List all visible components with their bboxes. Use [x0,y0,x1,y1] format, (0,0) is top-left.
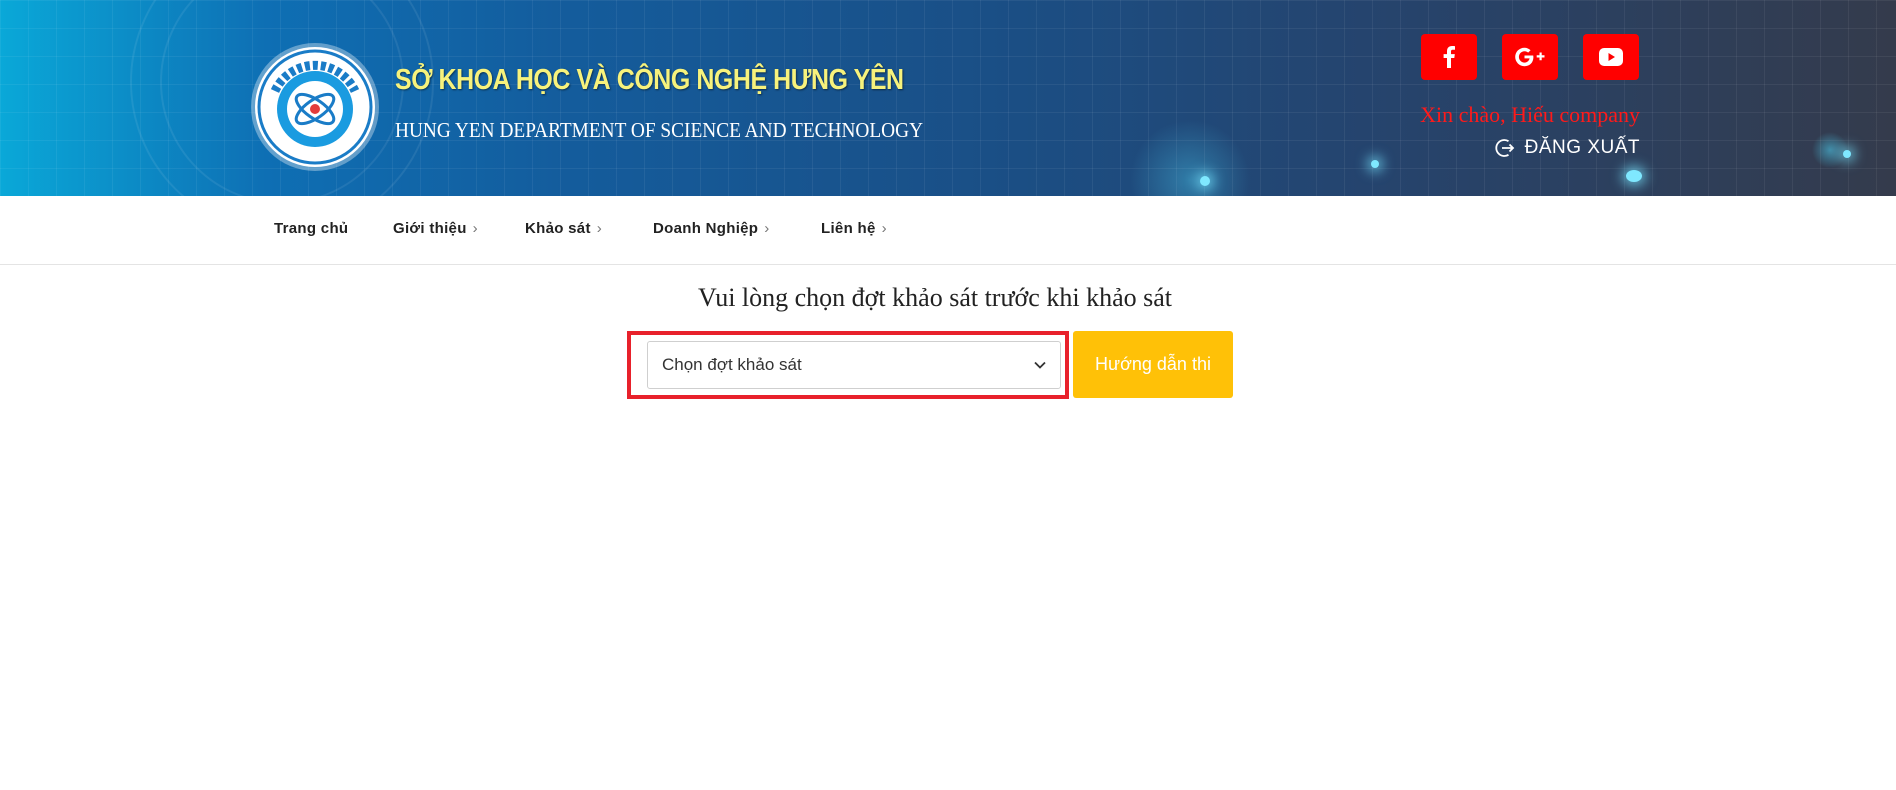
survey-prompt: Vui lòng chọn đợt khảo sát trước khi khả… [697,283,1172,312]
nav-item-survey[interactable]: Khảo sát › [525,220,602,237]
nav-item-label: Giới thiệu [393,220,467,237]
nav-item-label: Khảo sát [525,220,591,237]
banner-light-dot [1626,170,1642,182]
youtube-button[interactable] [1583,34,1639,80]
nav-item-home[interactable]: Trang chủ [274,220,348,237]
logout-icon [1495,139,1514,157]
nav-item-contact[interactable]: Liên hệ › [821,220,887,237]
nav-item-label: Trang chủ [274,220,349,237]
chevron-right-icon: › [596,220,603,237]
chevron-down-icon [1034,361,1046,369]
nav-item-about[interactable]: Giới thiệu › [393,220,478,237]
facebook-icon [1443,46,1455,68]
exam-guide-button[interactable]: Hướng dẫn thi [1073,331,1233,398]
survey-select-value: Chọn đợt khảo sát [662,355,802,374]
google-plus-button[interactable] [1502,34,1558,80]
banner-light-dot [1200,176,1210,186]
gear-atom-logo-icon [257,49,373,165]
chevron-right-icon: › [472,220,478,237]
survey-period-select[interactable]: Chọn đợt khảo sát [647,341,1061,389]
youtube-icon [1599,48,1623,66]
nav-item-label: Liên hệ [821,220,876,237]
org-logo[interactable] [255,47,375,167]
chevron-right-icon: › [881,220,887,237]
header-banner: SỞ KHOA HỌC VÀ CÔNG NGHỆ HƯNG YÊN HUNG Y… [0,0,1896,196]
facebook-button[interactable] [1421,34,1477,80]
banner-light-dot [1371,160,1379,168]
main-nav: Trang chủ Giới thiệu › Khảo sát › Doanh … [0,196,1896,265]
survey-select-highlight: Chọn đợt khảo sát [627,331,1069,399]
nav-item-enterprise[interactable]: Doanh Nghiệp › [653,220,770,237]
org-name-english: HUNG YEN DEPARTMENT OF SCIENCE AND TECHN… [395,118,924,142]
banner-light-dot [1843,150,1851,158]
org-name-vietnamese: SỞ KHOA HỌC VÀ CÔNG NGHỆ HƯNG YÊN [395,64,904,96]
logout-label: ĐĂNG XUẤT [1524,137,1640,158]
user-greeting: Xin chào, Hiếu company [1420,102,1640,127]
google-plus-icon [1515,47,1545,67]
nav-item-label: Doanh Nghiệp [653,220,759,237]
logout-link[interactable]: ĐĂNG XUẤT [1495,137,1640,159]
chevron-right-icon: › [764,220,770,237]
